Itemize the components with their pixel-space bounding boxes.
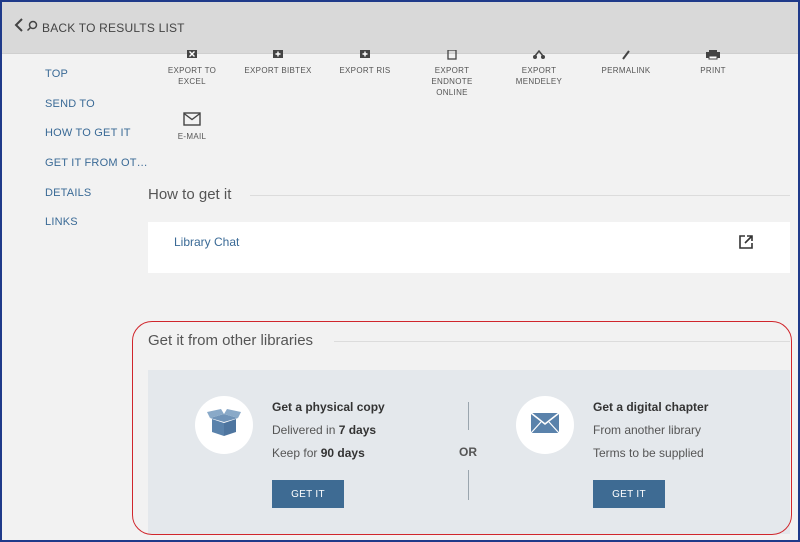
export-bibtex-label: EXPORT BIBTEX <box>244 66 312 75</box>
sidenav-item-get-it-from-other[interactable]: GET IT FROM OT… <box>45 157 148 169</box>
export-ris-button[interactable]: EXPORT RIS <box>321 50 409 76</box>
export-excel-label: EXPORT TO EXCEL <box>167 66 217 86</box>
sidenav-item-top[interactable]: TOP <box>45 68 68 80</box>
how-to-get-it-heading: How to get it <box>148 186 232 203</box>
link-icon <box>582 50 670 63</box>
export-mendeley-button[interactable]: EXPORT MENDELEY <box>495 49 583 87</box>
export-mendeley-label: EXPORT MENDELEY <box>515 66 563 86</box>
back-to-results-button[interactable]: BACK TO RESULTS LIST <box>14 17 185 38</box>
export-excel-button[interactable]: EXPORT TO EXCEL <box>148 50 236 87</box>
mail-icon <box>148 112 236 129</box>
search-icon <box>26 19 38 37</box>
sidenav-item-links[interactable]: LINKS <box>45 216 78 228</box>
sidenav-item-details[interactable]: DETAILS <box>45 187 91 199</box>
email-button[interactable]: E-MAIL <box>148 112 236 142</box>
print-label: PRINT <box>700 66 726 75</box>
chevron-left-icon <box>14 17 24 38</box>
library-chat-link[interactable]: Library Chat <box>174 235 239 249</box>
sidenav-item-how-to-get-it[interactable]: HOW TO GET IT <box>45 127 131 139</box>
permalink-label: PERMALINK <box>601 66 651 75</box>
export-bibtex-button[interactable]: EXPORT BIBTEX <box>234 50 322 76</box>
external-link-icon[interactable] <box>738 234 754 255</box>
section-divider <box>250 195 790 196</box>
how-to-get-card: Library Chat <box>148 222 790 273</box>
mendeley-icon <box>495 49 583 63</box>
bibtex-icon <box>234 50 322 63</box>
sidenav-item-send-to[interactable]: SEND TO <box>45 98 95 110</box>
side-navigation: TOP SEND TO HOW TO GET IT GET IT FROM OT… <box>2 54 148 542</box>
export-endnote-button[interactable]: EXPORT ENDNOTE ONLINE <box>408 49 496 98</box>
top-bar: BACK TO RESULTS LIST <box>2 2 798 54</box>
permalink-button[interactable]: PERMALINK <box>582 50 670 76</box>
excel-icon <box>148 50 236 63</box>
print-button[interactable]: PRINT <box>669 50 757 76</box>
annotation-highlight <box>132 321 792 535</box>
print-icon <box>669 50 757 63</box>
export-endnote-label: EXPORT ENDNOTE ONLINE <box>431 66 473 97</box>
export-ris-label: EXPORT RIS <box>339 66 391 75</box>
ris-icon <box>321 50 409 63</box>
back-to-results-label: BACK TO RESULTS LIST <box>42 20 185 35</box>
endnote-icon <box>408 49 496 63</box>
email-label: E-MAIL <box>177 132 207 141</box>
